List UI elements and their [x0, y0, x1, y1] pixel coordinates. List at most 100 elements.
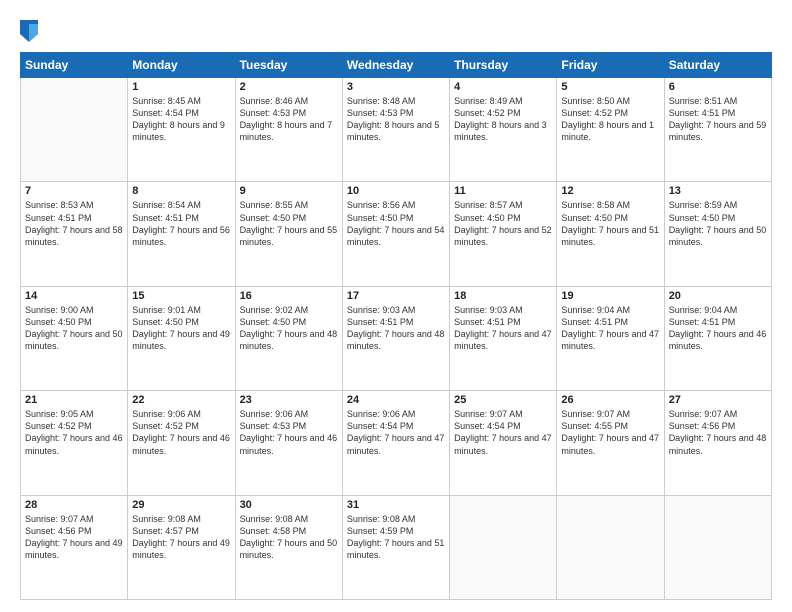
- day-cell: [664, 495, 771, 599]
- day-info: Sunrise: 9:04 AMSunset: 4:51 PMDaylight:…: [561, 304, 659, 353]
- day-cell: 14Sunrise: 9:00 AMSunset: 4:50 PMDayligh…: [21, 286, 128, 390]
- day-header-friday: Friday: [557, 53, 664, 78]
- day-number: 31: [347, 499, 445, 511]
- day-cell: 28 Sunrise: 9:07 AMSunset: 4:56 PMDayligh…: [21, 495, 128, 599]
- day-cell: 31Sunrise: 9:08 AMSunset: 4:59 PMDayligh…: [342, 495, 449, 599]
- week-row-4: 21 Sunrise: 9:05 AMSunset: 4:52 PMDayligh…: [21, 391, 772, 495]
- day-number: 26: [561, 394, 659, 406]
- day-cell: 29 Sunrise: 9:08 AMSunset: 4:57 PMDayligh…: [128, 495, 235, 599]
- day-number: 20: [669, 290, 767, 302]
- day-cell: 15 Sunrise: 9:01 AMSunset: 4:50 PMDayligh…: [128, 286, 235, 390]
- day-cell: [557, 495, 664, 599]
- day-number: 13: [669, 185, 767, 197]
- day-info: Sunrise: 9:06 AMSunset: 4:52 PMDaylight:…: [132, 408, 230, 457]
- week-row-5: 28 Sunrise: 9:07 AMSunset: 4:56 PMDayligh…: [21, 495, 772, 599]
- day-header-sunday: Sunday: [21, 53, 128, 78]
- day-cell: 7 Sunrise: 8:53 AMSunset: 4:51 PMDaylight…: [21, 182, 128, 286]
- day-number: 28: [25, 499, 123, 511]
- day-info: Sunrise: 8:55 AMSunset: 4:50 PMDaylight:…: [240, 199, 338, 248]
- day-info: Sunrise: 8:51 AMSunset: 4:51 PMDaylight:…: [669, 95, 767, 144]
- day-info: Sunrise: 9:08 AMSunset: 4:57 PMDaylight:…: [132, 513, 230, 562]
- day-cell: 8Sunrise: 8:54 AMSunset: 4:51 PMDaylight…: [128, 182, 235, 286]
- day-info: Sunrise: 9:07 AMSunset: 4:56 PMDaylight:…: [669, 408, 767, 457]
- day-info: Sunrise: 9:00 AMSunset: 4:50 PMDaylight:…: [25, 304, 123, 353]
- day-number: 9: [240, 185, 338, 197]
- day-cell: 23Sunrise: 9:06 AMSunset: 4:53 PMDayligh…: [235, 391, 342, 495]
- logo: [20, 18, 40, 42]
- week-row-2: 7 Sunrise: 8:53 AMSunset: 4:51 PMDaylight…: [21, 182, 772, 286]
- day-info: Sunrise: 9:07 AMSunset: 4:54 PMDaylight:…: [454, 408, 552, 457]
- day-cell: 22 Sunrise: 9:06 AMSunset: 4:52 PMDayligh…: [128, 391, 235, 495]
- day-info: Sunrise: 9:04 AMSunset: 4:51 PMDaylight:…: [669, 304, 767, 353]
- day-cell: 16 Sunrise: 9:02 AMSunset: 4:50 PMDayligh…: [235, 286, 342, 390]
- day-number: 2: [240, 81, 338, 93]
- day-header-monday: Monday: [128, 53, 235, 78]
- day-cell: 6 Sunrise: 8:51 AMSunset: 4:51 PMDaylight…: [664, 78, 771, 182]
- day-info: Sunrise: 9:06 AMSunset: 4:54 PMDaylight:…: [347, 408, 445, 457]
- day-number: 18: [454, 290, 552, 302]
- day-number: 10: [347, 185, 445, 197]
- day-number: 25: [454, 394, 552, 406]
- day-cell: 2Sunrise: 8:46 AMSunset: 4:53 PMDaylight…: [235, 78, 342, 182]
- day-header-tuesday: Tuesday: [235, 53, 342, 78]
- day-cell: 11Sunrise: 8:57 AMSunset: 4:50 PMDayligh…: [450, 182, 557, 286]
- day-info: Sunrise: 9:01 AMSunset: 4:50 PMDaylight:…: [132, 304, 230, 353]
- day-cell: 9 Sunrise: 8:55 AMSunset: 4:50 PMDaylight…: [235, 182, 342, 286]
- day-info: Sunrise: 8:53 AMSunset: 4:51 PMDaylight:…: [25, 199, 123, 248]
- day-number: 11: [454, 185, 552, 197]
- day-number: 15: [132, 290, 230, 302]
- day-cell: 24 Sunrise: 9:06 AMSunset: 4:54 PMDayligh…: [342, 391, 449, 495]
- day-info: Sunrise: 9:06 AMSunset: 4:53 PMDaylight:…: [240, 408, 338, 457]
- day-info: Sunrise: 8:56 AMSunset: 4:50 PMDaylight:…: [347, 199, 445, 248]
- day-cell: 1 Sunrise: 8:45 AMSunset: 4:54 PMDaylight…: [128, 78, 235, 182]
- day-info: Sunrise: 9:07 AMSunset: 4:56 PMDaylight:…: [25, 513, 123, 562]
- day-number: 1: [132, 81, 230, 93]
- day-info: Sunrise: 9:03 AMSunset: 4:51 PMDaylight:…: [347, 304, 445, 353]
- day-info: Sunrise: 9:08 AMSunset: 4:58 PMDaylight:…: [240, 513, 338, 562]
- day-cell: 17 Sunrise: 9:03 AMSunset: 4:51 PMDayligh…: [342, 286, 449, 390]
- day-cell: 21 Sunrise: 9:05 AMSunset: 4:52 PMDayligh…: [21, 391, 128, 495]
- day-number: 24: [347, 394, 445, 406]
- day-info: Sunrise: 8:48 AMSunset: 4:53 PMDaylight:…: [347, 95, 445, 144]
- page: SundayMondayTuesdayWednesdayThursdayFrid…: [0, 0, 792, 612]
- day-number: 22: [132, 394, 230, 406]
- day-header-thursday: Thursday: [450, 53, 557, 78]
- day-cell: 18 Sunrise: 9:03 AMSunset: 4:51 PMDayligh…: [450, 286, 557, 390]
- day-info: Sunrise: 9:05 AMSunset: 4:52 PMDaylight:…: [25, 408, 123, 457]
- day-info: Sunrise: 8:59 AMSunset: 4:50 PMDaylight:…: [669, 199, 767, 248]
- day-info: Sunrise: 9:07 AMSunset: 4:55 PMDaylight:…: [561, 408, 659, 457]
- day-cell: 30 Sunrise: 9:08 AMSunset: 4:58 PMDayligh…: [235, 495, 342, 599]
- day-number: 7: [25, 185, 123, 197]
- day-number: 17: [347, 290, 445, 302]
- day-cell: 10 Sunrise: 8:56 AMSunset: 4:50 PMDayligh…: [342, 182, 449, 286]
- day-number: 5: [561, 81, 659, 93]
- header-row: SundayMondayTuesdayWednesdayThursdayFrid…: [21, 53, 772, 78]
- day-number: 21: [25, 394, 123, 406]
- day-info: Sunrise: 9:03 AMSunset: 4:51 PMDaylight:…: [454, 304, 552, 353]
- header: [20, 18, 772, 42]
- day-cell: 27 Sunrise: 9:07 AMSunset: 4:56 PMDayligh…: [664, 391, 771, 495]
- logo-icon: [20, 20, 38, 42]
- day-number: 4: [454, 81, 552, 93]
- day-number: 16: [240, 290, 338, 302]
- calendar-table: SundayMondayTuesdayWednesdayThursdayFrid…: [20, 52, 772, 600]
- day-cell: 4 Sunrise: 8:49 AMSunset: 4:52 PMDaylight…: [450, 78, 557, 182]
- week-row-3: 14Sunrise: 9:00 AMSunset: 4:50 PMDayligh…: [21, 286, 772, 390]
- day-cell: 3 Sunrise: 8:48 AMSunset: 4:53 PMDaylight…: [342, 78, 449, 182]
- day-cell: 5Sunrise: 8:50 AMSunset: 4:52 PMDaylight…: [557, 78, 664, 182]
- day-info: Sunrise: 8:45 AMSunset: 4:54 PMDaylight:…: [132, 95, 230, 144]
- day-number: 27: [669, 394, 767, 406]
- day-cell: [450, 495, 557, 599]
- day-header-saturday: Saturday: [664, 53, 771, 78]
- week-row-1: 1 Sunrise: 8:45 AMSunset: 4:54 PMDaylight…: [21, 78, 772, 182]
- day-number: 29: [132, 499, 230, 511]
- day-info: Sunrise: 8:58 AMSunset: 4:50 PMDaylight:…: [561, 199, 659, 248]
- day-cell: 26 Sunrise: 9:07 AMSunset: 4:55 PMDayligh…: [557, 391, 664, 495]
- day-number: 8: [132, 185, 230, 197]
- day-number: 3: [347, 81, 445, 93]
- day-number: 6: [669, 81, 767, 93]
- day-info: Sunrise: 9:02 AMSunset: 4:50 PMDaylight:…: [240, 304, 338, 353]
- day-number: 30: [240, 499, 338, 511]
- day-info: Sunrise: 8:49 AMSunset: 4:52 PMDaylight:…: [454, 95, 552, 144]
- day-cell: 13 Sunrise: 8:59 AMSunset: 4:50 PMDayligh…: [664, 182, 771, 286]
